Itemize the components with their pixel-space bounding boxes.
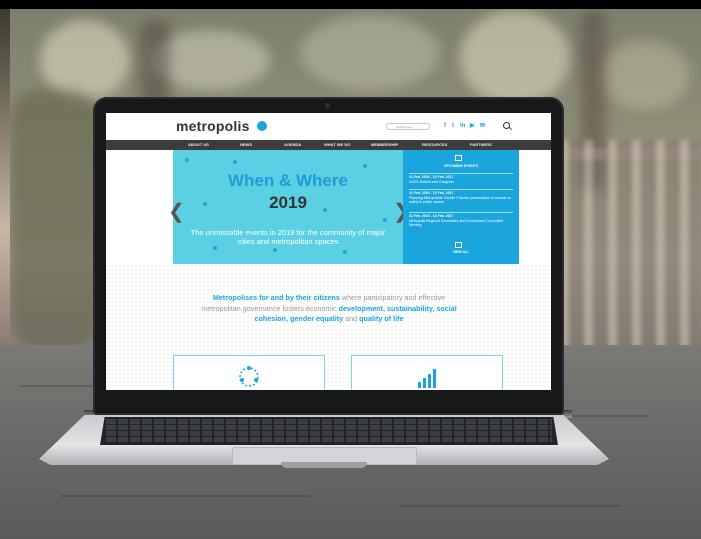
event-title: Planning Metropolitan Gender Policies: p… bbox=[409, 195, 511, 205]
people-circle-icon bbox=[239, 366, 259, 387]
left-edge-photo bbox=[0, 9, 10, 379]
upcoming-events-panel: UPCOMING EVENTS 11 Feb. 2019 - 13 Feb. 2… bbox=[403, 150, 519, 264]
laptop-screen: metropolis Search here f t in ▶ ✉ ABOUT … bbox=[106, 113, 551, 390]
feature-card[interactable] bbox=[351, 355, 503, 390]
nav-news[interactable]: NEWS bbox=[240, 140, 252, 150]
mission-highlight: quality of life bbox=[359, 314, 404, 323]
event-title: UrCiG Retreat and Congress bbox=[409, 179, 454, 184]
mission-highlight: Metropolises for and by their citizens bbox=[212, 293, 340, 302]
nav-what-we-do[interactable]: WHAT WE DO bbox=[324, 140, 350, 150]
nav-membership[interactable]: MEMBERSHIP bbox=[371, 140, 398, 150]
search-icon[interactable] bbox=[503, 122, 510, 129]
top-black-bar bbox=[0, 0, 701, 9]
site-logo[interactable]: metropolis bbox=[176, 118, 250, 134]
view-all-icon bbox=[455, 242, 462, 248]
nav-partners[interactable]: PARTNERS bbox=[470, 140, 492, 150]
view-all-link[interactable]: VIEW ALL bbox=[403, 250, 519, 254]
nav-agenda[interactable]: AGENDA bbox=[284, 140, 301, 150]
hero-subtitle: The unmissable events in 2019 for the co… bbox=[190, 228, 386, 246]
decor-dot bbox=[363, 164, 367, 168]
decor-dot bbox=[213, 246, 217, 250]
bokeh-light bbox=[600, 40, 690, 110]
laptop-keyboard bbox=[100, 417, 558, 445]
nav-about-us[interactable]: ABOUT US bbox=[188, 140, 209, 150]
mission-text: and bbox=[343, 314, 360, 323]
hero-year: 2019 bbox=[269, 193, 307, 212]
event-item[interactable]: 11 Feb. 2019 - 13 Feb. 2017 Metropolis R… bbox=[409, 212, 513, 228]
wood-grain bbox=[60, 495, 310, 497]
hero-banner[interactable]: When & Where 2019 The unmissable events … bbox=[173, 150, 403, 264]
main-nav: ABOUT US NEWS AGENDA WHAT WE DO MEMBERSH… bbox=[106, 140, 551, 150]
laptop-lip bbox=[281, 462, 367, 468]
twitter-icon[interactable]: t bbox=[452, 123, 454, 129]
key-row bbox=[106, 431, 552, 436]
decor-dot bbox=[233, 160, 237, 164]
key-row bbox=[106, 425, 552, 430]
laptop-lid: metropolis Search here f t in ▶ ✉ ABOUT … bbox=[93, 97, 564, 415]
bokeh-light bbox=[300, 15, 440, 90]
bokeh-light bbox=[40, 20, 130, 100]
hero-title: When & Where bbox=[228, 171, 348, 190]
bokeh-light bbox=[460, 10, 570, 105]
event-item[interactable]: 11 Feb. 2019 - 13 Feb. 2017 Planning Met… bbox=[409, 189, 513, 205]
logo-dot-icon bbox=[257, 121, 267, 131]
email-icon[interactable]: ✉ bbox=[480, 123, 485, 129]
facebook-icon[interactable]: f bbox=[444, 123, 446, 129]
calendar-icon bbox=[455, 155, 462, 161]
bar-chart-icon bbox=[418, 369, 436, 388]
decor-dot bbox=[343, 250, 347, 254]
event-item[interactable]: 11 Feb. 2019 - 13 Feb. 2017 UrCiG Retrea… bbox=[409, 173, 513, 184]
carousel-prev-arrow[interactable]: ❮ bbox=[168, 199, 185, 224]
upcoming-title: UPCOMING EVENTS bbox=[443, 164, 479, 168]
event-title: Metropolis Regional Secretaries and Gove… bbox=[409, 218, 504, 228]
linkedin-icon[interactable]: in bbox=[460, 123, 465, 129]
search-input[interactable]: Search here bbox=[386, 123, 430, 130]
feature-card[interactable] bbox=[173, 355, 325, 390]
camera-icon bbox=[325, 103, 330, 108]
nav-resources[interactable]: RESOURCES bbox=[422, 140, 447, 150]
mission-statement: Metropolises for and by their citizens w… bbox=[198, 293, 460, 325]
decor-dot bbox=[185, 158, 189, 162]
railing bbox=[560, 140, 701, 350]
key-row bbox=[106, 437, 552, 442]
decor-dot bbox=[273, 248, 277, 252]
key-row bbox=[106, 419, 552, 424]
wood-grain bbox=[400, 505, 620, 507]
decor-dot bbox=[383, 218, 387, 222]
site-header: metropolis Search here f t in ▶ ✉ bbox=[106, 113, 551, 140]
youtube-icon[interactable]: ▶ bbox=[470, 123, 475, 129]
foliage bbox=[10, 90, 100, 350]
